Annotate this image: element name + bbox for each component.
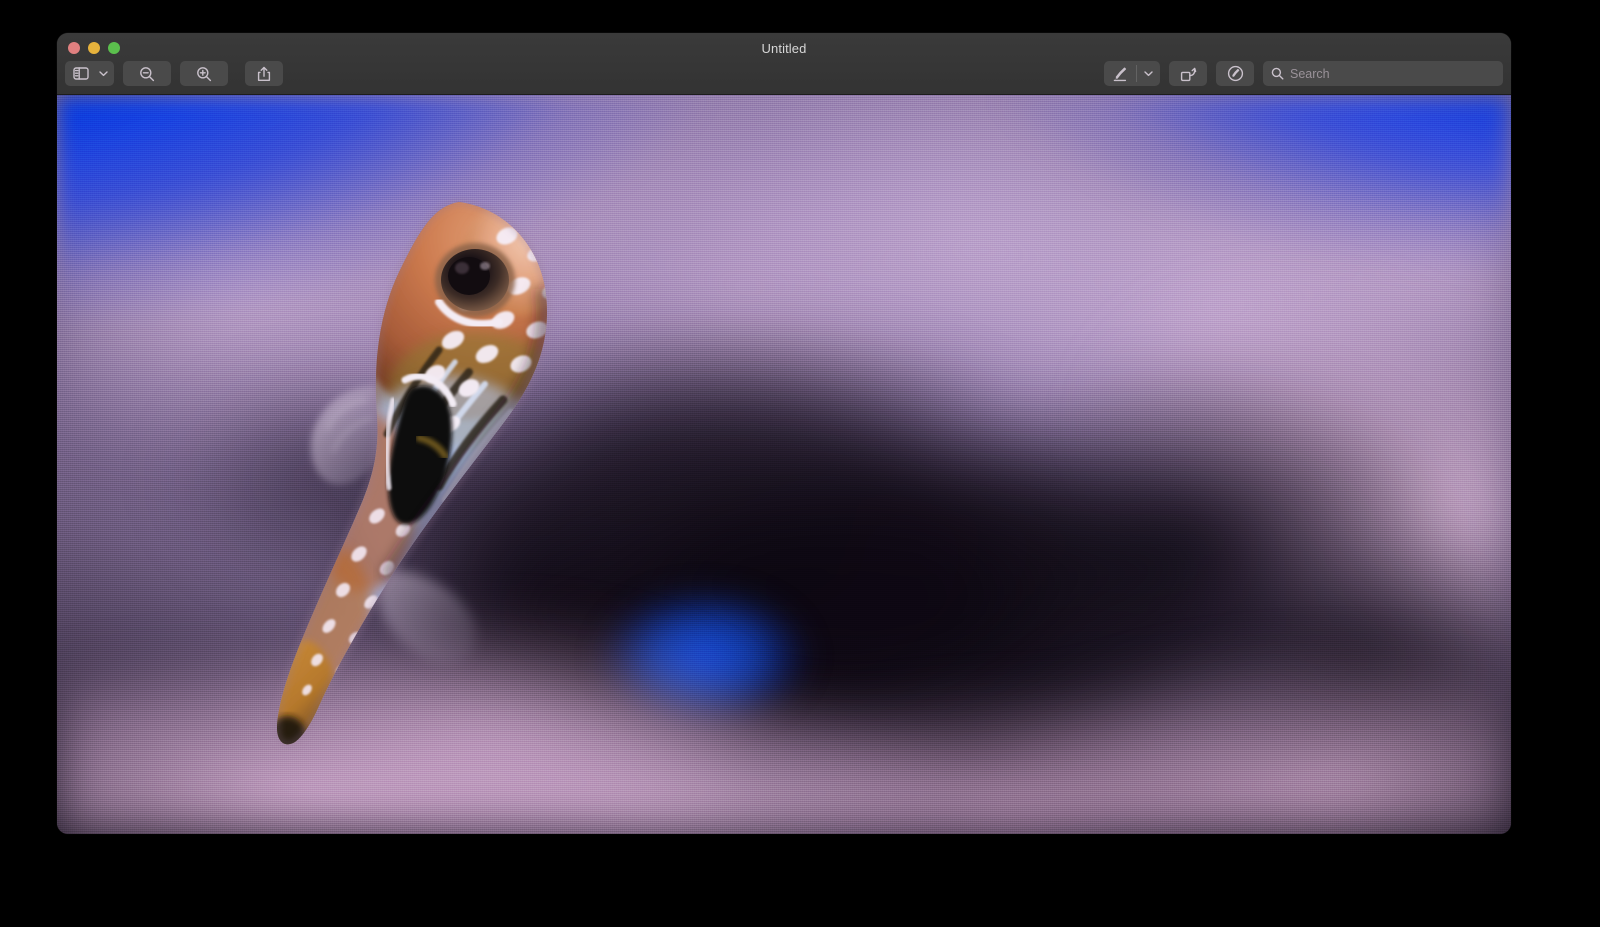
annotate-button[interactable] xyxy=(1216,61,1254,86)
film-grain-layer xyxy=(57,95,1511,834)
share-icon xyxy=(257,66,271,82)
zoom-out-button[interactable] xyxy=(123,61,171,86)
annotate-circle-icon xyxy=(1227,65,1244,82)
search-icon xyxy=(1271,67,1284,80)
image-canvas[interactable] xyxy=(57,95,1511,834)
markup-menu-button[interactable] xyxy=(1137,61,1160,86)
search-field[interactable]: Search xyxy=(1263,61,1503,86)
search-placeholder: Search xyxy=(1290,67,1330,81)
sidebar-menu-button[interactable] xyxy=(97,61,114,86)
desktop-background: Untitled xyxy=(0,0,1600,927)
sidebar-toggle-group[interactable] xyxy=(65,61,114,86)
traffic-light-buttons xyxy=(68,42,120,54)
rotate-button[interactable] xyxy=(1169,61,1207,86)
window-titlebar: Untitled xyxy=(57,33,1511,95)
markup-toggle-button[interactable] xyxy=(1104,61,1136,86)
minimize-button[interactable] xyxy=(88,42,100,54)
toolbar-right-group: Search xyxy=(1104,61,1503,86)
sidebar-toggle-button[interactable] xyxy=(65,61,97,86)
preview-window: Untitled xyxy=(57,33,1511,834)
markup-pen-icon xyxy=(1112,66,1128,82)
magnifier-plus-icon xyxy=(196,66,212,82)
rotate-left-icon xyxy=(1180,66,1197,82)
window-title: Untitled xyxy=(57,41,1511,56)
chevron-down-icon xyxy=(99,70,108,77)
markup-toggle-group[interactable] xyxy=(1104,61,1160,86)
close-button[interactable] xyxy=(68,42,80,54)
toolbar-left-group xyxy=(65,61,283,86)
chevron-down-icon xyxy=(1144,70,1153,77)
zoom-button[interactable] xyxy=(108,42,120,54)
sidebar-icon xyxy=(73,67,89,80)
zoom-in-button[interactable] xyxy=(180,61,228,86)
share-button[interactable] xyxy=(245,61,283,86)
magnifier-minus-icon xyxy=(139,66,155,82)
